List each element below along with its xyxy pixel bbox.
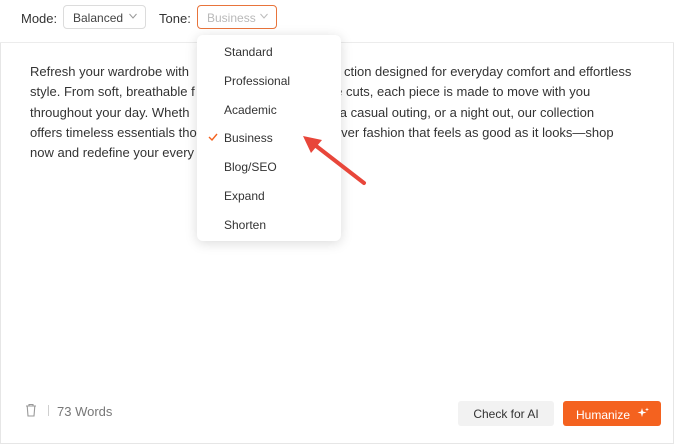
text-line: tile cuts, each piece is made to move wi… bbox=[325, 84, 591, 100]
tone-option-professional[interactable]: Professional bbox=[197, 67, 341, 93]
text-line: now and redefine your every bbox=[30, 145, 195, 161]
text-line: offers timeless essentials tho bbox=[30, 124, 197, 140]
mode-value: Balanced bbox=[73, 11, 124, 25]
text-line: ction designed for everyday comfort and … bbox=[343, 64, 632, 79]
text-line: style. From soft, breathable f bbox=[30, 84, 195, 100]
word-count: 73 Words bbox=[57, 404, 113, 419]
text-line: ork, a casual outing, or a night out, ou… bbox=[314, 104, 595, 120]
menu-item-label: Academic bbox=[224, 103, 277, 117]
mode-select[interactable]: Balanced bbox=[63, 5, 146, 29]
tone-option-standard[interactable]: Standard bbox=[197, 38, 341, 64]
humanize-button[interactable]: Humanize bbox=[563, 401, 661, 426]
menu-item-label: Standard bbox=[224, 45, 273, 59]
menu-item-label: Expand bbox=[224, 189, 265, 203]
tone-option-shorten[interactable]: Shorten bbox=[197, 211, 341, 237]
check-for-ai-label: Check for AI bbox=[473, 407, 539, 421]
tone-select[interactable]: Business bbox=[197, 5, 277, 29]
trash-icon[interactable] bbox=[25, 403, 37, 417]
menu-item-label: Professional bbox=[224, 74, 291, 88]
chevron-down-icon bbox=[260, 13, 268, 19]
mode-label: Mode: bbox=[21, 11, 58, 26]
text-line: throughout your day. Wheth bbox=[30, 104, 190, 120]
humanize-label: Humanize bbox=[576, 408, 631, 422]
menu-item-label: Business bbox=[224, 131, 273, 145]
divider bbox=[48, 405, 49, 416]
menu-item-label: Blog/SEO bbox=[224, 160, 277, 174]
tone-label: Tone: bbox=[159, 11, 191, 26]
chevron-down-icon bbox=[129, 13, 137, 19]
text-line: Refresh your wardrobe with bbox=[30, 64, 189, 79]
check-for-ai-button[interactable]: Check for AI bbox=[458, 401, 554, 426]
sparkle-icon bbox=[637, 407, 649, 417]
menu-item-label: Shorten bbox=[224, 218, 267, 232]
check-icon bbox=[208, 133, 218, 141]
tone-value: Business bbox=[207, 11, 256, 25]
tone-option-academic[interactable]: Academic bbox=[197, 96, 341, 122]
pointer-arrow-annotation bbox=[303, 136, 366, 185]
